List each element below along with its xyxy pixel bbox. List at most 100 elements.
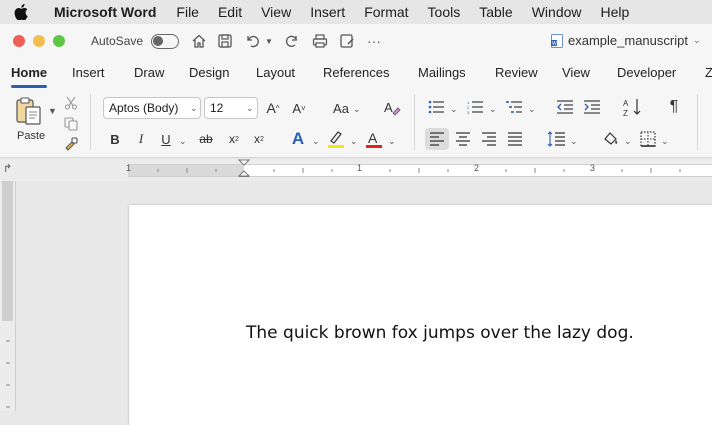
shrink-font-icon[interactable]: A ˅ [289, 98, 309, 118]
highlight-color-icon[interactable] [327, 129, 345, 149]
text-effects-icon[interactable]: A [289, 129, 307, 149]
copy-icon[interactable] [63, 116, 79, 132]
maximize-window-button[interactable] [53, 35, 65, 47]
home-icon[interactable] [190, 32, 208, 50]
document-page[interactable] [129, 205, 712, 425]
align-center-icon[interactable] [454, 130, 472, 148]
decrease-indent-icon[interactable] [556, 98, 574, 116]
more-options-icon[interactable]: ··· [365, 32, 383, 50]
numbering-chevron-icon[interactable]: ⌄ [489, 104, 497, 115]
tab-zoom[interactable]: Zo [705, 65, 712, 80]
tab-developer[interactable]: Developer [617, 65, 676, 80]
change-case-icon[interactable]: Aa [330, 98, 352, 118]
justify-icon[interactable] [506, 130, 524, 148]
line-spacing-icon[interactable] [546, 129, 566, 149]
autosave-label: AutoSave [91, 34, 144, 48]
font-color-chevron-icon[interactable]: ⌄ [388, 136, 396, 147]
subscript-icon[interactable]: x2 [226, 130, 242, 148]
menu-help[interactable]: Help [601, 4, 630, 20]
menu-view[interactable]: View [261, 4, 291, 20]
tab-draw[interactable]: Draw [134, 65, 164, 80]
close-window-button[interactable] [13, 35, 25, 47]
menu-tools[interactable]: Tools [428, 4, 461, 20]
ribbon-separator [414, 94, 415, 150]
format-painter-icon[interactable] [63, 136, 79, 152]
clear-formatting-icon[interactable]: A [382, 98, 402, 118]
print-icon[interactable] [311, 32, 329, 50]
shading-chevron-icon[interactable]: ⌄ [624, 136, 632, 147]
apple-logo-icon[interactable] [14, 0, 44, 24]
minimize-window-button[interactable] [33, 35, 45, 47]
autosave-toggle[interactable] [151, 34, 179, 49]
tab-design[interactable]: Design [189, 65, 229, 80]
strikethrough-icon[interactable]: ab [197, 130, 215, 148]
tab-references[interactable]: References [323, 65, 389, 80]
multilevel-list-icon[interactable] [505, 98, 523, 116]
change-case-chevron-icon[interactable]: ⌄ [353, 104, 361, 115]
align-left-icon[interactable] [425, 128, 449, 150]
menu-table[interactable]: Table [479, 4, 512, 20]
grow-font-icon[interactable]: A ^ [263, 98, 283, 118]
menu-window[interactable]: Window [532, 4, 582, 20]
save-icon[interactable] [216, 32, 234, 50]
align-right-icon[interactable] [480, 130, 498, 148]
document-body-text[interactable]: The quick brown fox jumps over the lazy … [246, 323, 634, 343]
chevron-down-icon: ⌄ [692, 35, 701, 45]
numbering-icon[interactable]: 123 [466, 98, 484, 116]
highlight-chevron-icon[interactable]: ⌄ [350, 136, 358, 147]
menu-insert[interactable]: Insert [310, 4, 345, 20]
svg-text:A: A [623, 99, 629, 108]
menu-edit[interactable]: Edit [218, 4, 242, 20]
tab-stop-selector-icon[interactable]: ↱ [3, 162, 12, 175]
bullets-chevron-icon[interactable]: ⌄ [450, 104, 458, 115]
paste-label[interactable]: Paste [17, 130, 45, 142]
redo-icon[interactable] [283, 32, 301, 50]
undo-dropdown-chevron-icon[interactable]: ▼ [263, 32, 275, 50]
font-size-chevron-icon[interactable]: ⌄ [246, 103, 254, 114]
document-title[interactable]: W example_manuscript ⌄ [551, 33, 701, 48]
bullets-icon[interactable] [427, 98, 445, 116]
save-as-icon[interactable] [338, 32, 356, 50]
ruler-mark-label: 1 [357, 163, 363, 173]
horizontal-ruler[interactable]: 1 1 2 3 [126, 159, 712, 177]
ribbon-separator [90, 94, 91, 150]
font-name-chevron-icon[interactable]: ⌄ [190, 103, 198, 114]
multilevel-chevron-icon[interactable]: ⌄ [528, 104, 536, 115]
tab-insert[interactable]: Insert [72, 65, 105, 80]
paste-icon[interactable] [14, 96, 44, 126]
superscript-icon[interactable]: x2 [251, 130, 267, 148]
home-ribbon: ▼ Paste Aptos (Body) ⌄ 12 ⌄ A ^ A ˅ Aa ⌄ A… [0, 88, 712, 158]
borders-chevron-icon[interactable]: ⌄ [661, 136, 669, 147]
increase-indent-icon[interactable] [583, 98, 601, 116]
tab-view[interactable]: View [562, 65, 590, 80]
indent-marker-icon[interactable] [238, 159, 250, 177]
svg-text:W: W [552, 41, 557, 47]
sort-icon[interactable]: AZ [623, 97, 643, 117]
borders-icon[interactable] [639, 130, 657, 148]
svg-text:A: A [384, 100, 393, 115]
menu-format[interactable]: Format [364, 4, 408, 20]
underline-chevron-icon[interactable]: ⌄ [179, 136, 187, 147]
italic-icon[interactable]: I [134, 130, 148, 148]
tab-home[interactable]: Home [11, 65, 48, 88]
svg-text:3: 3 [467, 110, 470, 114]
show-formatting-marks-icon[interactable]: ¶ [665, 97, 683, 117]
tab-review[interactable]: Review [495, 65, 538, 80]
paste-dropdown-chevron-icon[interactable]: ▼ [48, 106, 57, 116]
tab-mailings[interactable]: Mailings [418, 65, 466, 80]
bold-icon[interactable]: B [108, 130, 122, 148]
shading-icon[interactable] [602, 129, 620, 149]
vertical-ruler[interactable] [0, 181, 16, 411]
font-color-icon[interactable]: A [365, 129, 383, 149]
tab-layout[interactable]: Layout [256, 65, 295, 80]
text-effects-chevron-icon[interactable]: ⌄ [312, 136, 320, 147]
line-spacing-chevron-icon[interactable]: ⌄ [570, 136, 578, 147]
window-titlebar: AutoSave ▼ ··· W example_manuscript ⌄ [0, 24, 712, 58]
svg-text:Z: Z [623, 109, 628, 117]
underline-icon[interactable]: U [159, 130, 173, 148]
app-menu[interactable]: Microsoft Word [54, 4, 156, 20]
undo-icon[interactable] [243, 32, 261, 50]
cut-icon[interactable] [63, 95, 79, 111]
font-name-select[interactable]: Aptos (Body) [103, 97, 201, 119]
menu-file[interactable]: File [176, 4, 199, 20]
